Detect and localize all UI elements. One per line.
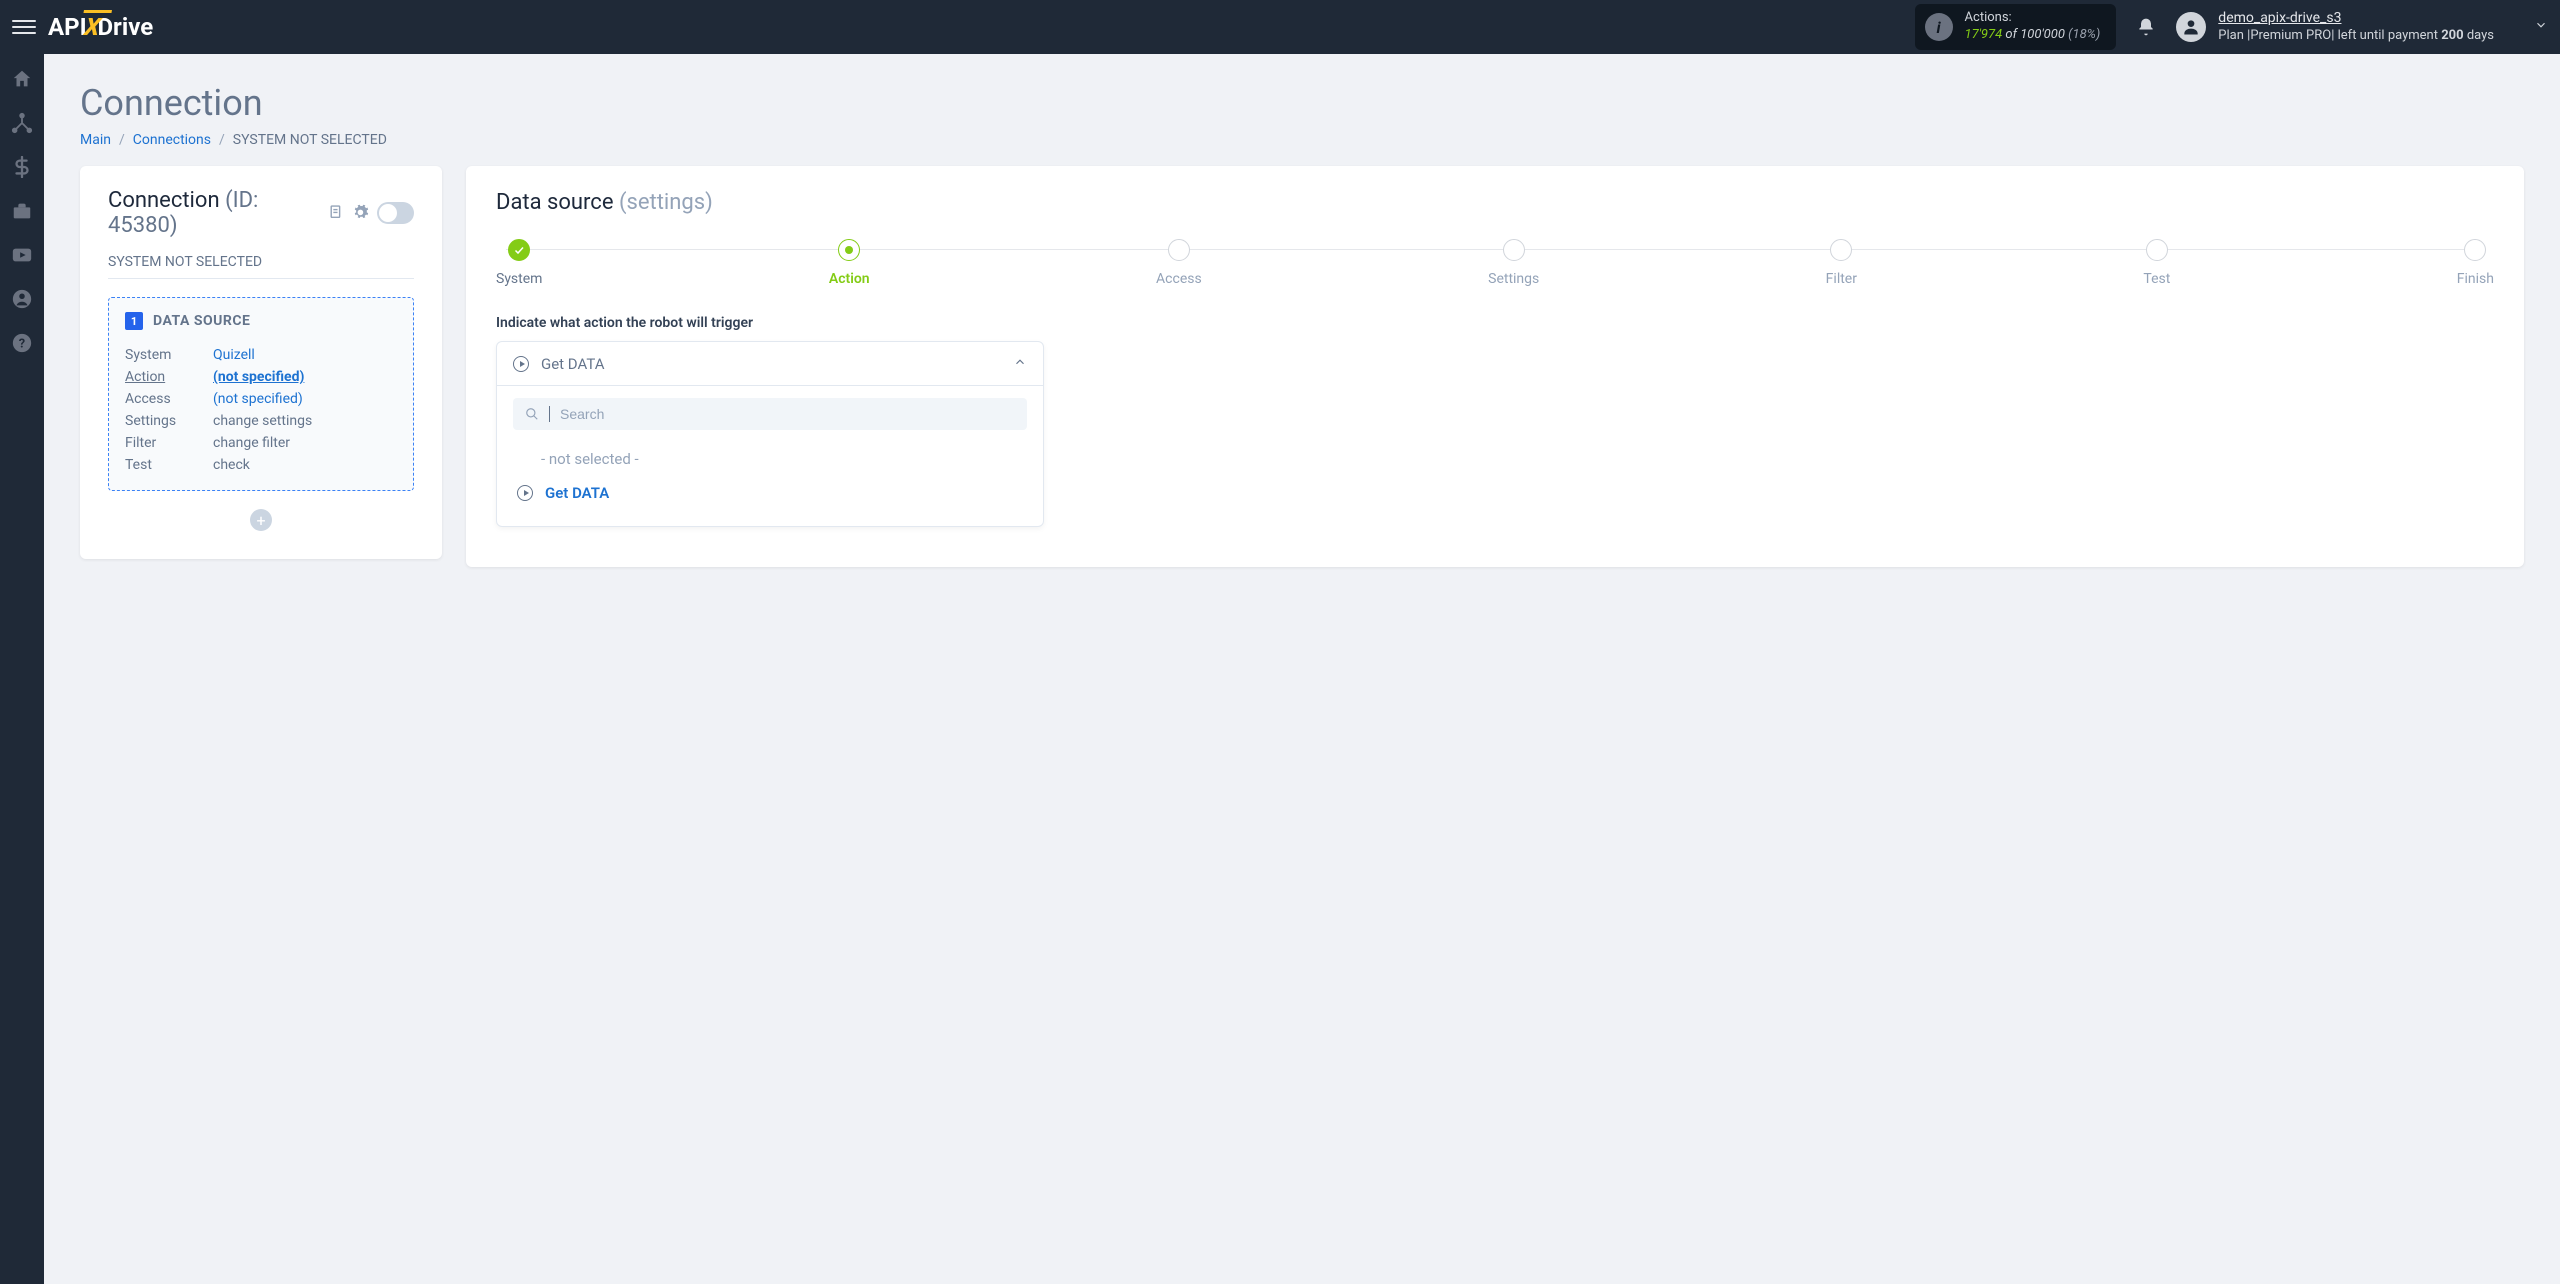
breadcrumb-main[interactable]: Main xyxy=(80,132,111,148)
sidebar-account[interactable] xyxy=(11,288,33,310)
avatar-icon xyxy=(2176,12,2206,42)
ds-system-value[interactable]: Quizell xyxy=(213,347,255,363)
search-icon xyxy=(525,407,539,421)
user-name: demo_apix-drive_s3 xyxy=(2218,9,2494,27)
sidebar-toolbox[interactable] xyxy=(11,200,33,222)
actions-total: 100'000 xyxy=(2020,27,2065,42)
dropdown-selected-text: Get DATA xyxy=(541,355,605,373)
svg-text:?: ? xyxy=(19,337,25,352)
action-dropdown: Get DATA - not selected - Get DATA xyxy=(496,341,1044,527)
chevron-down-icon xyxy=(2534,17,2548,36)
ds-row-system: System Quizell xyxy=(125,344,397,366)
ds-test-value[interactable]: check xyxy=(213,457,250,473)
stepper: System Action Access Settings xyxy=(496,239,2494,287)
play-icon xyxy=(513,356,529,372)
ds-action-value[interactable]: (not specified) xyxy=(213,369,304,385)
panel-title: Data source (settings) xyxy=(496,190,2494,215)
ds-access-value[interactable]: (not specified) xyxy=(213,391,303,407)
search-box xyxy=(513,398,1027,430)
user-menu[interactable]: demo_apix-drive_s3 Plan |Premium PRO| le… xyxy=(2176,9,2548,44)
logo-drive: Drive xyxy=(97,13,153,41)
logo-api: API xyxy=(48,13,87,41)
dropdown-selected[interactable]: Get DATA xyxy=(497,342,1043,385)
sidebar-help[interactable]: ? xyxy=(11,332,33,354)
chevron-up-icon xyxy=(1013,354,1027,373)
step-action[interactable]: Action xyxy=(829,239,870,287)
data-source-box: 1 DATA SOURCE System Quizell Action (not… xyxy=(108,297,414,491)
search-input[interactable] xyxy=(560,406,1015,422)
data-source-title: DATA SOURCE xyxy=(153,313,250,329)
breadcrumb: Main / Connections / SYSTEM NOT SELECTED xyxy=(80,132,2524,148)
connection-panel: Connection (ID: 45380) SYSTEM NOT SELECT… xyxy=(80,166,442,559)
instruction-text: Indicate what action the robot will trig… xyxy=(496,315,2494,331)
actions-pct: (18%) xyxy=(2068,27,2100,42)
enable-toggle[interactable] xyxy=(377,202,414,224)
sidebar-connections[interactable] xyxy=(11,112,33,134)
step-badge: 1 xyxy=(125,312,143,330)
user-plan: Plan |Premium PRO| left until payment 20… xyxy=(2218,28,2494,45)
step-filter[interactable]: Filter xyxy=(1826,239,1857,287)
actions-counter[interactable]: i Actions: 17'974 of 100'000 (18%) xyxy=(1915,4,2117,50)
ds-row-action: Action (not specified) xyxy=(125,366,397,388)
sidebar-home[interactable] xyxy=(11,68,33,90)
breadcrumb-current: SYSTEM NOT SELECTED xyxy=(233,132,387,148)
ds-filter-value[interactable]: change filter xyxy=(213,435,290,451)
add-step-button[interactable]: + xyxy=(250,509,272,531)
ds-row-filter: Filter change filter xyxy=(125,432,397,454)
copy-icon[interactable] xyxy=(327,204,344,222)
page-title: Connection xyxy=(80,82,2524,124)
sidebar-billing[interactable] xyxy=(11,156,33,178)
step-finish[interactable]: Finish xyxy=(2457,239,2494,287)
system-not-selected-label: SYSTEM NOT SELECTED xyxy=(108,254,414,270)
ds-settings-value[interactable]: change settings xyxy=(213,413,312,429)
bell-icon[interactable] xyxy=(2136,17,2156,37)
breadcrumb-connections[interactable]: Connections xyxy=(133,132,211,148)
sidebar: ? xyxy=(0,54,44,1284)
play-icon xyxy=(517,485,533,501)
actions-label: Actions: xyxy=(1965,10,2101,27)
sidebar-video[interactable] xyxy=(11,244,33,266)
actions-of: of xyxy=(2005,27,2017,42)
actions-count: 17'974 xyxy=(1965,27,2003,42)
step-system[interactable]: System xyxy=(496,239,542,287)
step-settings[interactable]: Settings xyxy=(1488,239,1539,287)
connection-title: Connection (ID: 45380) xyxy=(108,188,319,238)
logo[interactable]: API X Drive xyxy=(48,13,153,41)
step-test[interactable]: Test xyxy=(2143,239,2170,287)
option-not-selected[interactable]: - not selected - xyxy=(513,442,1027,476)
gear-icon[interactable] xyxy=(352,204,369,222)
step-access[interactable]: Access xyxy=(1156,239,1202,287)
menu-button[interactable] xyxy=(12,15,36,39)
data-source-settings-panel: Data source (settings) System Action xyxy=(466,166,2524,567)
ds-row-settings: Settings change settings xyxy=(125,410,397,432)
ds-row-test: Test check xyxy=(125,454,397,476)
app-header: API X Drive i Actions: 17'974 of 100'000… xyxy=(0,0,2560,54)
option-get-data[interactable]: Get DATA xyxy=(513,476,1027,510)
main-content: Connection Main / Connections / SYSTEM N… xyxy=(44,54,2560,595)
ds-row-access: Access (not specified) xyxy=(125,388,397,410)
info-icon: i xyxy=(1925,13,1953,41)
dropdown-body: - not selected - Get DATA xyxy=(497,385,1043,526)
